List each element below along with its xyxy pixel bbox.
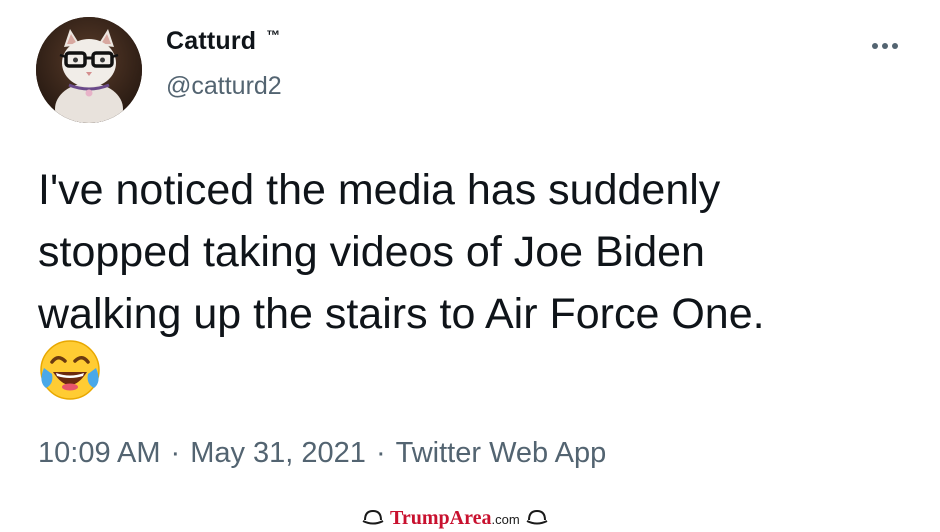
user-handle[interactable]: @catturd2 (166, 72, 282, 101)
more-horizontal-icon (872, 43, 878, 49)
face-with-tears-of-joy-icon (38, 338, 102, 402)
separator-dot: · (170, 437, 181, 469)
tweet-card: Catturd ™ @catturd2 I've noticed the medi… (0, 0, 940, 532)
watermark-text: TrumpArea.com (390, 507, 520, 530)
tweet-date[interactable]: May 31, 2021 (190, 437, 366, 469)
avatar[interactable] (36, 17, 142, 123)
tweet-time[interactable]: 10:09 AM (38, 437, 161, 469)
cat-with-glasses-icon (36, 17, 142, 123)
watermark: TrumpArea.com (362, 504, 548, 532)
tweet-source[interactable]: Twitter Web App (396, 437, 607, 469)
watermark-brand: TrumpArea (390, 506, 492, 529)
more-horizontal-icon-dot (892, 43, 898, 49)
more-options-button[interactable] (862, 33, 908, 59)
separator-dot: · (375, 437, 386, 469)
trademark-symbol: ™ (266, 27, 281, 43)
tweet-text: I've noticed the media has suddenly stop… (38, 166, 765, 338)
hat-icon (526, 509, 548, 525)
display-name[interactable]: Catturd ™ (166, 27, 280, 56)
display-name-text: Catturd (166, 27, 257, 55)
more-horizontal-icon-dot (882, 43, 888, 49)
hat-icon (362, 509, 384, 525)
watermark-suffix: .com (491, 511, 520, 527)
tweet-metadata: 10:09 AM · May 31, 2021 · Twitter Web App (38, 437, 606, 470)
